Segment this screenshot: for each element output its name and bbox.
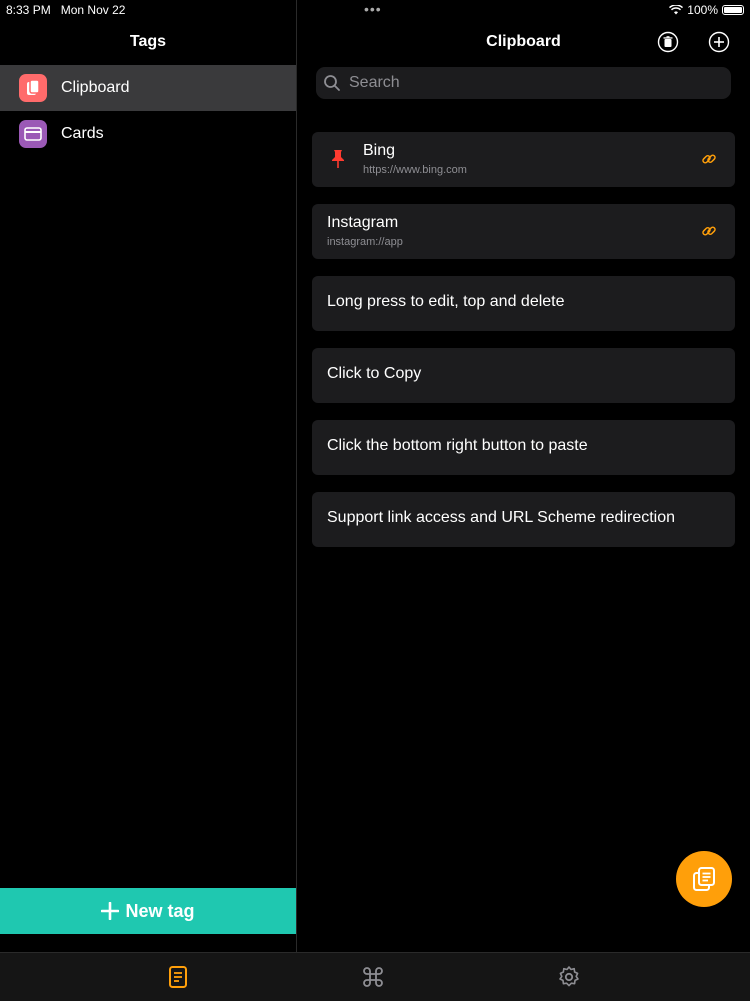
add-icon[interactable]	[708, 31, 730, 53]
clipboard-item[interactable]: Long press to edit, top and delete	[312, 276, 735, 331]
sidebar-item-label: Clipboard	[61, 79, 130, 96]
paste-button[interactable]	[676, 851, 732, 907]
status-time: 8:33 PM Mon Nov 22	[6, 3, 126, 17]
sidebar-item-label: Cards	[61, 125, 104, 142]
battery-percent: 100%	[687, 3, 718, 17]
search-bar[interactable]	[316, 67, 731, 99]
item-title: Instagram	[327, 214, 399, 231]
clipboard-item-instagram[interactable]: Instagram instagram://app	[312, 204, 735, 259]
clipboard-item[interactable]: Click the bottom right button to paste	[312, 420, 735, 475]
split-divider	[296, 0, 297, 952]
trash-icon[interactable]	[657, 31, 679, 53]
sidebar-item-clipboard[interactable]: Clipboard	[0, 65, 296, 111]
sidebar-title: Tags	[129, 33, 167, 50]
search-input[interactable]	[349, 74, 719, 92]
search-icon	[324, 75, 340, 91]
clipboard-item-bing[interactable]: Bing https://www.bing.com	[312, 132, 735, 187]
item-title: Long press to edit, top and delete	[327, 293, 565, 310]
page-title: Clipboard	[486, 33, 561, 50]
item-title: Click the bottom right button to paste	[327, 437, 588, 454]
new-tag-button[interactable]: New tag	[0, 888, 296, 934]
link-icon[interactable]	[701, 223, 717, 239]
sidebar: Tags Clipboard Cards	[0, 20, 296, 952]
clipboard-icon	[19, 74, 47, 102]
link-icon[interactable]	[701, 151, 717, 167]
item-subtitle: instagram://app	[327, 236, 403, 248]
item-title: Click to Copy	[327, 365, 422, 382]
item-subtitle: https://www.bing.com	[363, 164, 467, 176]
card-icon	[19, 120, 47, 148]
command-icon[interactable]	[361, 965, 385, 989]
paste-icon	[693, 867, 715, 891]
notes-icon[interactable]	[166, 965, 190, 989]
clipboard-item[interactable]: Click to Copy	[312, 348, 735, 403]
wifi-icon	[669, 5, 684, 15]
tab-bar	[0, 952, 750, 1001]
multitasking-dots[interactable]: •••	[364, 1, 382, 17]
gear-icon[interactable]	[557, 965, 581, 989]
battery-icon	[722, 5, 744, 15]
clipboard-item[interactable]: Support link access and URL Scheme redir…	[312, 492, 735, 547]
item-title: Support link access and URL Scheme redir…	[327, 509, 676, 526]
plus-icon	[101, 902, 120, 920]
status-right: 100%	[669, 3, 744, 17]
pin-icon	[332, 150, 344, 168]
sidebar-item-cards[interactable]: Cards	[0, 111, 296, 157]
item-title: Bing	[363, 142, 396, 159]
new-tag-label: New tag	[125, 900, 195, 921]
status-bar: 8:33 PM Mon Nov 22 ••• 100%	[0, 0, 750, 20]
